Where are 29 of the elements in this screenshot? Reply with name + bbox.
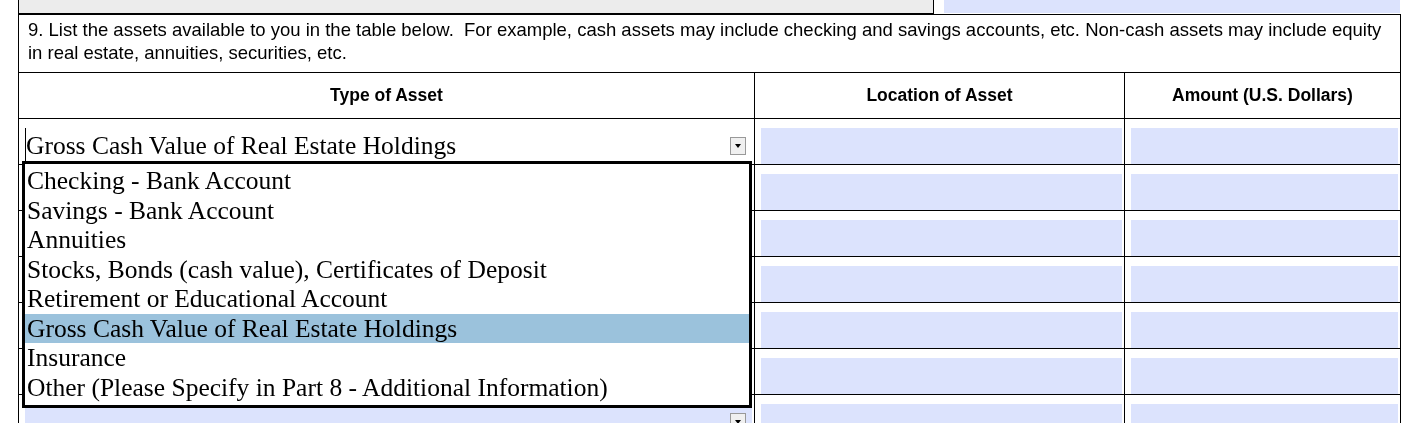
input-field[interactable] — [761, 220, 1122, 256]
input-field[interactable] — [1131, 358, 1398, 394]
input-field[interactable] — [1131, 266, 1398, 302]
input-field[interactable] — [1131, 174, 1398, 210]
input-field[interactable] — [761, 266, 1122, 302]
dropdown-option[interactable]: Other (Please Specify in Part 8 - Additional Information) — [25, 372, 749, 402]
input-field[interactable] — [761, 312, 1122, 348]
column-header: Location of Asset — [755, 73, 1125, 119]
column-header: Amount (U.S. Dollars) — [1125, 73, 1400, 119]
input-field[interactable] — [761, 174, 1122, 210]
form-field[interactable] — [18, 0, 934, 14]
column-header: Type of Asset — [19, 73, 755, 119]
dropdown-option[interactable]: Insurance — [25, 343, 749, 373]
instruction-text: 9. List the assets available to you in the table below. For example, cash assets may include checking and savings accounts, etc. Non-cash assets may include equity in real estate, annuities, securities, etc. — [19, 15, 1400, 73]
dropdown-option[interactable]: Savings - Bank Account — [25, 195, 749, 225]
caret-icon — [735, 420, 741, 423]
input-field[interactable] — [1131, 220, 1398, 256]
input-field[interactable] — [761, 128, 1122, 164]
input-field[interactable] — [1131, 312, 1398, 348]
input-field[interactable] — [761, 358, 1122, 394]
dropdown-option[interactable]: Checking - Bank Account — [25, 166, 749, 196]
caret-icon — [735, 144, 741, 148]
dropdown-option[interactable]: Retirement or Educational Account — [25, 284, 749, 314]
dropdown-button[interactable] — [730, 137, 746, 155]
dropdown-option[interactable]: Gross Cash Value of Real Estate Holdings — [25, 313, 749, 343]
form-field[interactable] — [944, 0, 1400, 13]
dropdown-option[interactable]: Stocks, Bonds (cash value), Certificates of Deposit — [25, 254, 749, 284]
input-field[interactable] — [1131, 128, 1398, 164]
dropdown-option[interactable]: Annuities — [25, 225, 749, 255]
